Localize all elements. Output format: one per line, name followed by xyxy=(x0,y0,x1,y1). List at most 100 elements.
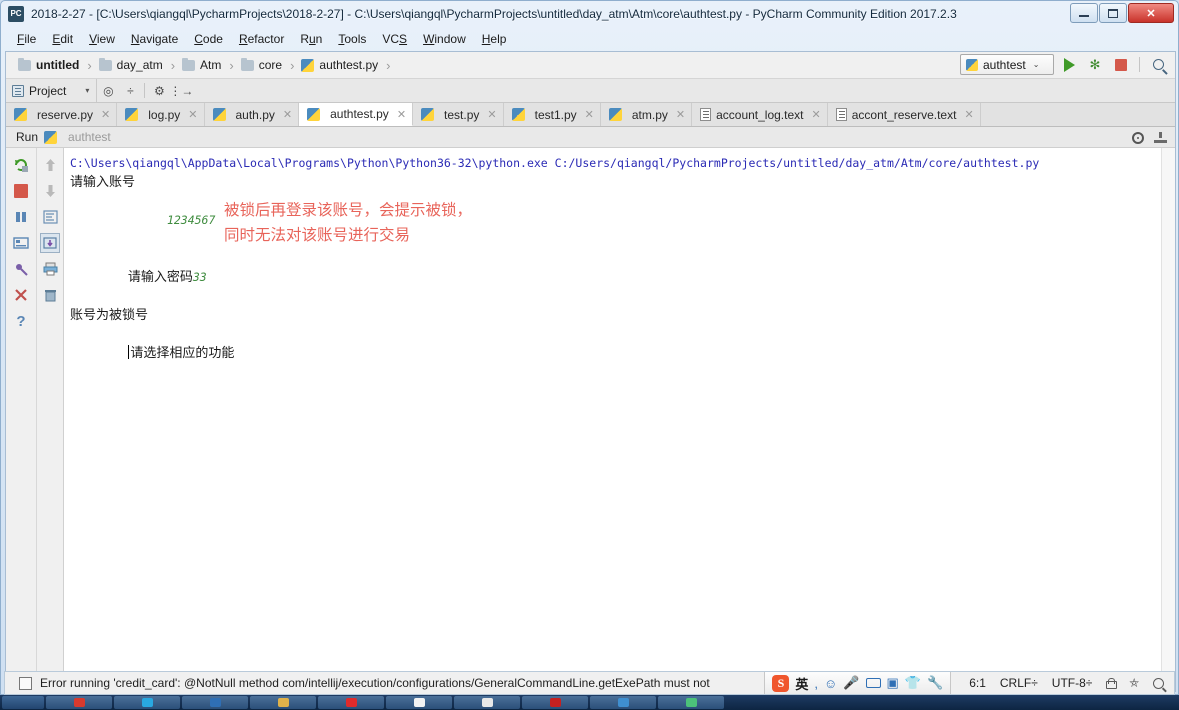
editor-tab-account-log[interactable]: account_log.text ✕ xyxy=(692,103,828,126)
python-file-icon xyxy=(212,108,226,121)
status-message-icon[interactable] xyxy=(19,676,32,690)
taskbar-item-3[interactable] xyxy=(182,696,248,709)
taskbar-item-10[interactable] xyxy=(658,696,724,709)
menu-code[interactable]: Code xyxy=(186,30,231,48)
emoji-icon[interactable]: ☺ xyxy=(824,676,837,691)
maximize-button[interactable] xyxy=(1099,3,1127,23)
debug-button[interactable]: ✻ xyxy=(1084,54,1106,75)
ime-mode-button[interactable]: 英 xyxy=(795,674,808,693)
taskbar-item-1[interactable] xyxy=(46,696,112,709)
taskbar-item-5[interactable] xyxy=(318,696,384,709)
expand-icon[interactable]: ⋮→ xyxy=(169,80,193,102)
editor-tab-authtest[interactable]: authtest.py ✕ xyxy=(299,103,414,126)
menu-navigate[interactable]: Navigate xyxy=(123,30,186,48)
breadcrumb-label: core xyxy=(258,58,283,72)
keyboard-icon[interactable] xyxy=(865,678,881,688)
up-arrow-icon[interactable] xyxy=(40,155,60,175)
taskbar-item-8[interactable] xyxy=(522,696,588,709)
mic-icon[interactable]: 🎤 xyxy=(843,675,859,691)
pin-icon[interactable] xyxy=(11,259,31,279)
close-icon[interactable]: ✕ xyxy=(676,108,685,121)
breadcrumb-item-untitled[interactable]: untitled xyxy=(16,57,81,72)
run-configuration-selector[interactable]: authtest ⌄ xyxy=(960,54,1054,75)
editor-tab-log[interactable]: log.py ✕ xyxy=(117,103,205,126)
taskbar-item-4[interactable] xyxy=(250,696,316,709)
toolbox-icon[interactable]: ▣ xyxy=(887,675,899,691)
editor-tab-auth[interactable]: auth.py ✕ xyxy=(204,103,300,126)
hide-window-icon[interactable] xyxy=(1154,132,1167,143)
stop-button[interactable] xyxy=(1110,54,1132,75)
down-arrow-icon[interactable] xyxy=(40,181,60,201)
menu-refactor[interactable]: Refactor xyxy=(231,30,292,48)
line-separator-selector[interactable]: CRLF÷ xyxy=(1000,676,1038,690)
run-button[interactable] xyxy=(1058,54,1080,75)
breadcrumb-separator: › xyxy=(229,57,234,73)
close-icon[interactable]: ✕ xyxy=(812,108,821,121)
hierarchy-icon[interactable]: ⛤ xyxy=(1129,676,1139,691)
run-window-body: ? C:\Users\qiangql\AppData\Local\Program… xyxy=(6,148,1175,691)
scroll-to-end-icon[interactable] xyxy=(40,233,60,253)
status-message[interactable]: Error running 'credit_card': @NotNull me… xyxy=(40,676,764,690)
stop-icon[interactable] xyxy=(11,181,31,201)
lock-icon[interactable] xyxy=(1106,677,1118,689)
search-everywhere-button[interactable] xyxy=(1147,54,1169,75)
help-icon[interactable]: ? xyxy=(11,311,31,331)
menu-view[interactable]: View xyxy=(81,30,123,48)
editor-tab-test1[interactable]: test1.py ✕ xyxy=(503,103,601,126)
taskbar-icon xyxy=(277,698,289,707)
menu-vcs[interactable]: VCS xyxy=(374,30,415,48)
wrench-icon[interactable]: 🔧 xyxy=(927,675,943,691)
breadcrumb-item-atm[interactable]: Atm xyxy=(180,57,223,72)
project-tool-button[interactable]: Project ▾ xyxy=(6,79,98,102)
console-prompt-password-text: 请输入密码 xyxy=(127,270,193,285)
breadcrumb-item-authtest[interactable]: authtest.py xyxy=(299,58,380,72)
close-button[interactable]: ✕ xyxy=(1128,3,1174,23)
editor-tab-accont-reserve[interactable]: accont_reserve.text ✕ xyxy=(827,103,981,126)
encoding-selector[interactable]: UTF-8÷ xyxy=(1052,676,1093,690)
caret-position[interactable]: 6:1 xyxy=(969,676,986,690)
settings-icon[interactable]: ⚙ xyxy=(148,80,170,102)
gear-icon[interactable] xyxy=(1132,131,1144,144)
close-icon[interactable]: ✕ xyxy=(585,108,594,121)
rerun-icon[interactable] xyxy=(11,155,31,175)
menu-tools[interactable]: Tools xyxy=(330,30,374,48)
sogou-logo-icon[interactable]: S xyxy=(772,674,790,692)
close-icon[interactable]: ✕ xyxy=(487,108,496,121)
menu-window[interactable]: Window xyxy=(415,30,474,48)
breadcrumb-item-core[interactable]: core xyxy=(239,57,284,72)
pause-output-icon[interactable] xyxy=(11,207,31,227)
editor-tab-atm[interactable]: atm.py ✕ xyxy=(600,103,693,126)
close-icon[interactable]: ✕ xyxy=(283,108,292,121)
taskbar-icon xyxy=(209,698,221,707)
minimize-button[interactable] xyxy=(1070,3,1098,23)
punctuation-icon[interactable]: , xyxy=(814,676,818,691)
console-icon[interactable] xyxy=(11,233,31,253)
taskbar-item-7[interactable] xyxy=(454,696,520,709)
collapse-all-icon[interactable]: ÷ xyxy=(119,80,141,102)
close-icon[interactable]: ✕ xyxy=(397,108,406,121)
close-icon[interactable]: ✕ xyxy=(188,108,197,121)
menu-file[interactable]: File xyxy=(9,30,44,48)
search-icon[interactable] xyxy=(1153,677,1164,689)
close-icon[interactable] xyxy=(11,285,31,305)
close-icon[interactable]: ✕ xyxy=(101,108,110,121)
taskbar-item-6[interactable] xyxy=(386,696,452,709)
editor-tab-test[interactable]: test.py ✕ xyxy=(413,103,504,126)
soft-wrap-icon[interactable] xyxy=(40,207,60,227)
clear-all-icon[interactable] xyxy=(40,285,60,305)
window-controls: ✕ xyxy=(1070,3,1174,23)
menu-help[interactable]: Help xyxy=(474,30,515,48)
taskbar-item-2[interactable] xyxy=(114,696,180,709)
breadcrumb-item-day-atm[interactable]: day_atm xyxy=(97,57,165,72)
target-icon[interactable]: ◎ xyxy=(97,80,119,102)
console-vertical-scrollbar[interactable] xyxy=(1161,148,1175,691)
print-icon[interactable] xyxy=(40,259,60,279)
skin-icon[interactable]: 👕 xyxy=(905,675,921,691)
close-icon[interactable]: ✕ xyxy=(964,108,973,121)
console-output[interactable]: C:\Users\qiangql\AppData\Local\Programs\… xyxy=(64,148,1175,691)
menu-run[interactable]: Run xyxy=(292,30,330,48)
editor-tab-reserve[interactable]: reserve.py ✕ xyxy=(6,103,118,126)
taskbar-item-9[interactable] xyxy=(590,696,656,709)
menu-edit[interactable]: Edit xyxy=(44,30,81,48)
start-button[interactable] xyxy=(2,696,44,709)
